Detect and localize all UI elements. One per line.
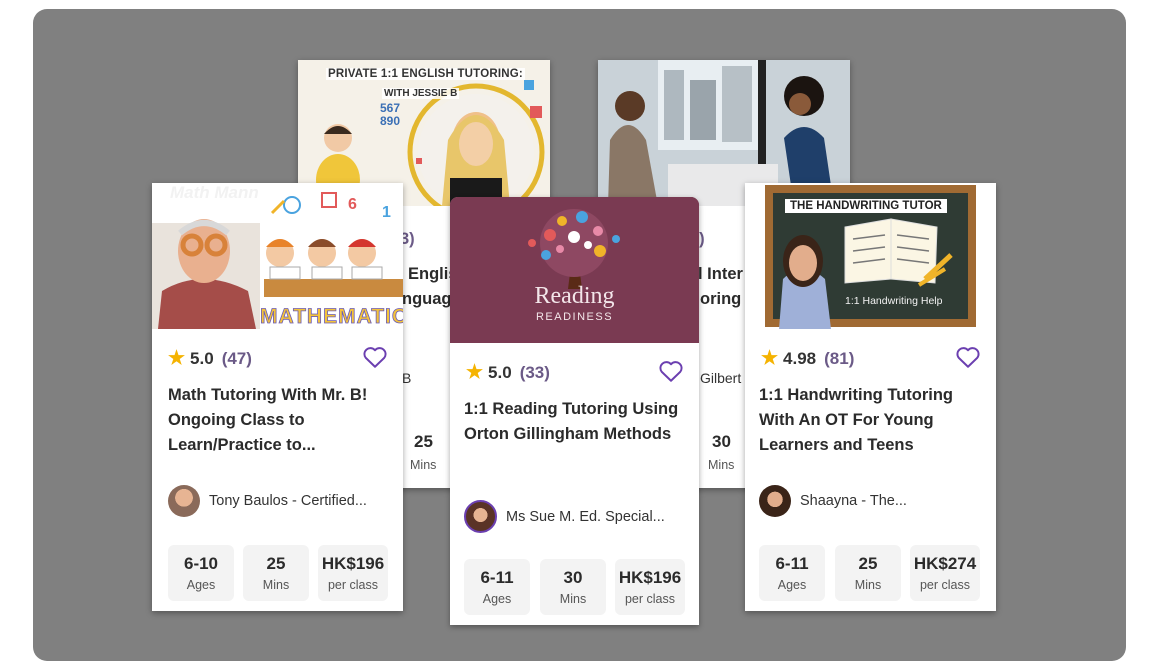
reading-review-count: (33) — [519, 362, 550, 382]
handwriting-ages-stat: 6-11 Ages — [759, 545, 825, 601]
english-teacher-fragment: B — [402, 370, 412, 386]
handwriting-ages-value: 6-11 — [775, 554, 809, 573]
math-mins-stat: 25 Mins — [243, 545, 309, 601]
reading-rating: ★ 5.0 (33) — [466, 361, 550, 384]
interview-mins-label: Mins — [708, 458, 735, 472]
heart-icon[interactable] — [658, 359, 684, 383]
handwriting-board-title: THE HANDWRITING TUTOR — [785, 199, 947, 213]
reading-teacher-avatar — [464, 500, 497, 533]
heart-icon[interactable] — [955, 345, 981, 369]
handwriting-mins-value: 25 — [858, 554, 878, 573]
interview-title-fragment-2: oring — [700, 290, 742, 308]
math-teacher[interactable]: Tony Baulos - Certified... — [168, 485, 367, 517]
reading-ages-stat: 6-11 Ages — [464, 559, 530, 615]
reading-teacher-name: Ms Sue M. Ed. Special... — [506, 508, 665, 525]
interview-title-fragment-1: l Inter — [698, 265, 743, 283]
star-icon: ★ — [761, 348, 779, 369]
star-icon: ★ — [168, 348, 186, 369]
math-image-caption: MATHEMATICS — [260, 305, 403, 329]
handwriting-price-stat: HK$274 per class — [910, 545, 980, 601]
reading-ages-value: 6-11 — [480, 568, 514, 587]
svg-text:6: 6 — [348, 196, 357, 213]
math-teacher-name: Tony Baulos - Certified... — [209, 493, 367, 509]
handwriting-title-line-1: 1:1 Handwriting Tutoring — [759, 386, 954, 404]
handwriting-title-line-3: Learners and Teens — [759, 436, 914, 454]
math-logo-text: Math Mann — [170, 183, 259, 202]
handwriting-teacher-name: Shaayna - The... — [800, 493, 907, 509]
math-price-label: per class — [327, 578, 379, 592]
handwriting-mins-label: Mins — [854, 578, 882, 592]
handwriting-rating: ★ 4.98 (81) — [761, 347, 854, 370]
reading-rating-value: 5.0 — [488, 362, 512, 382]
english-mins-value: 25 — [414, 432, 433, 451]
reading-price-label: per class — [624, 592, 676, 606]
english-number-strip: 567 890 — [380, 101, 401, 128]
reading-teacher[interactable]: Ms Sue M. Ed. Special... — [464, 500, 665, 533]
reading-mins-value: 30 — [563, 568, 583, 587]
handwriting-title-line-2: With An OT For Young — [759, 411, 934, 429]
math-price-stat: HK$196 per class — [318, 545, 388, 601]
handwriting-class-image: THE HANDWRITING TUTOR 1:1 Handwriting He… — [745, 183, 996, 329]
math-ages-value: 6-10 — [183, 554, 219, 573]
handwriting-rating-value: 4.98 — [783, 348, 817, 368]
math-rating: ★ 5.0 (47) — [168, 347, 252, 370]
handwriting-mins-stat: 25 Mins — [835, 545, 901, 601]
reading-mins-label: Mins — [559, 592, 587, 606]
interview-mins-value: 30 — [712, 432, 731, 451]
handwriting-review-count: (81) — [824, 348, 855, 368]
reading-mins-stat: 30 Mins — [540, 559, 606, 615]
reading-logo-title: Reading — [534, 283, 615, 309]
math-review-count: (47) — [221, 348, 252, 368]
handwriting-class-title[interactable]: 1:1 Handwriting Tutoring With An OT For … — [759, 383, 985, 458]
class-card-math[interactable]: 6 1 Math Mann MATHEMATICS ★ 5.0 (47) Mat… — [152, 183, 403, 611]
handwriting-board-caption: 1:1 Handwriting Help — [845, 295, 943, 307]
reading-title-line-1: 1:1 Reading Tutoring Using — [464, 400, 679, 418]
class-card-reading[interactable]: Reading READINESS ★ 5.0 (33) 1:1 Reading… — [450, 197, 699, 625]
english-banner-line1: PRIVATE 1:1 ENGLISH TUTORING: — [326, 68, 525, 80]
handwriting-teacher[interactable]: Shaayna - The... — [759, 485, 907, 517]
math-class-title[interactable]: Math Tutoring With Mr. B! Ongoing Class … — [168, 383, 392, 458]
math-class-image: 6 1 Math Mann MATHEMATICS — [152, 183, 403, 329]
math-price-value: HK$196 — [321, 554, 385, 573]
math-ages-label: Ages — [186, 578, 216, 592]
math-title-line-3: Learn/Practice to... — [168, 436, 316, 454]
reading-title-line-2: Orton Gillingham Methods — [464, 425, 672, 443]
reading-price-value: HK$196 — [618, 568, 682, 587]
math-teacher-avatar — [168, 485, 200, 517]
english-banner-line2: WITH JESSIE B — [382, 88, 460, 99]
math-rating-value: 5.0 — [190, 348, 214, 368]
class-card-handwriting[interactable]: THE HANDWRITING TUTOR 1:1 Handwriting He… — [745, 183, 996, 611]
math-title-line-1: Math Tutoring With Mr. B! — [168, 386, 368, 404]
math-title-line-2: Ongoing Class to — [168, 411, 305, 429]
reading-class-image: Reading READINESS — [450, 197, 699, 343]
reading-ages-label: Ages — [482, 592, 512, 606]
handwriting-price-label: per class — [919, 578, 971, 592]
math-ages-stat: 6-10 Ages — [168, 545, 234, 601]
english-mins-label: Mins — [410, 458, 437, 472]
interview-teacher-fragment: Gilbert — [700, 370, 742, 386]
heart-icon[interactable] — [362, 345, 388, 369]
handwriting-price-value: HK$274 — [913, 554, 977, 573]
star-icon: ★ — [466, 362, 484, 383]
math-mins-value: 25 — [266, 554, 286, 573]
reading-price-stat: HK$196 per class — [615, 559, 685, 615]
english-title-fragment-2: nguag — [402, 290, 452, 308]
reading-class-title[interactable]: 1:1 Reading Tutoring Using Orton Gilling… — [464, 397, 690, 447]
handwriting-teacher-avatar — [759, 485, 791, 517]
svg-text:1: 1 — [382, 204, 391, 221]
handwriting-ages-label: Ages — [777, 578, 807, 592]
math-mins-label: Mins — [262, 578, 290, 592]
reading-logo-subtitle: READINESS — [535, 311, 614, 323]
